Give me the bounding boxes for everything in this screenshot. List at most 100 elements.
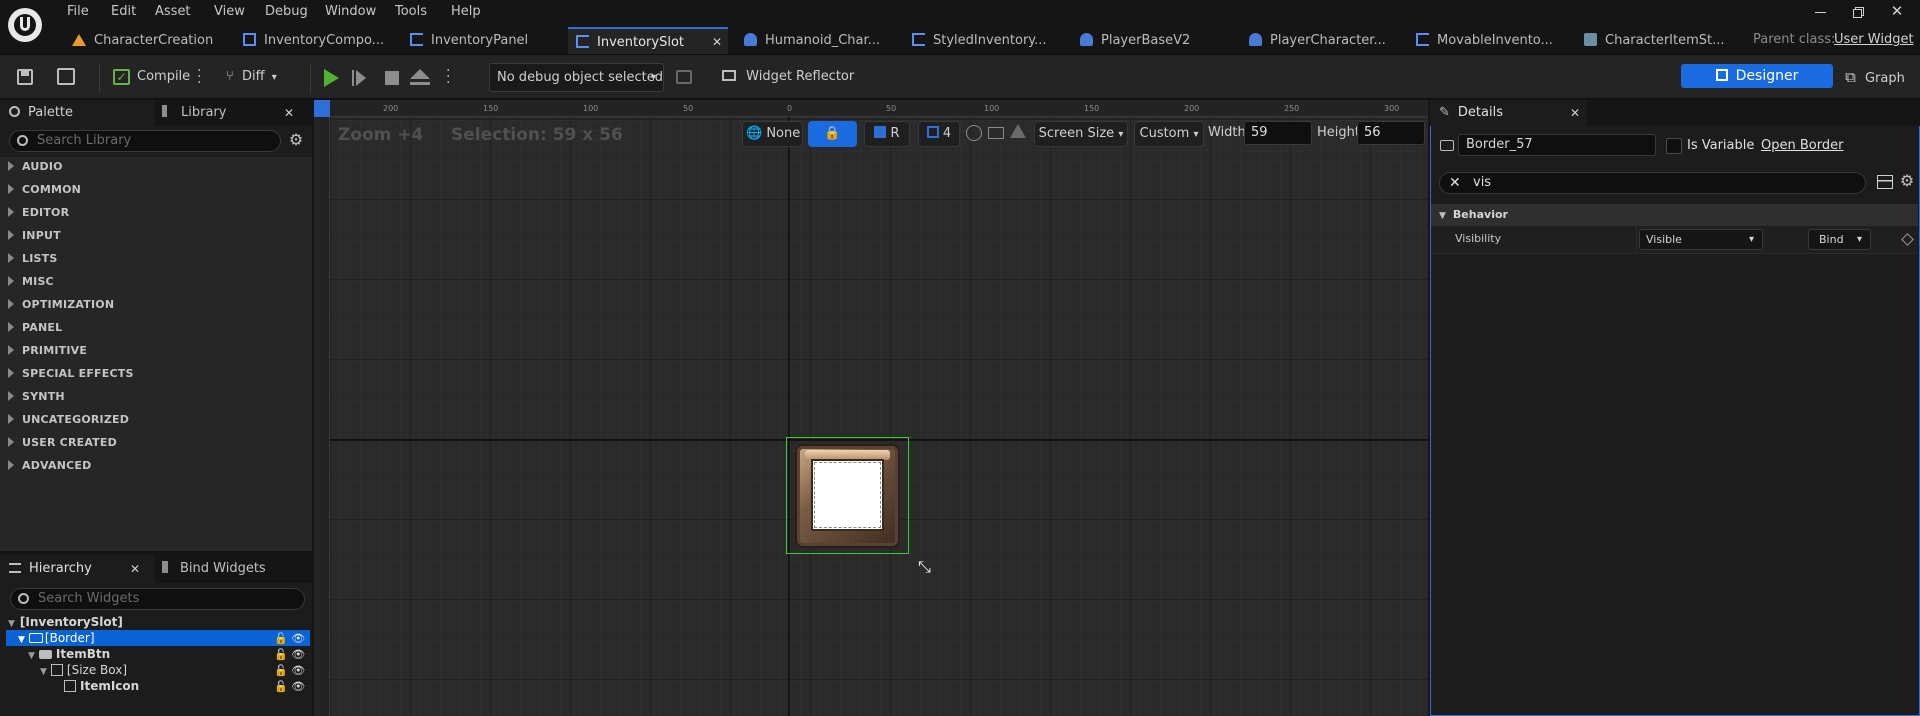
tree-item-border[interactable]: ▼ [Border]	[6, 630, 310, 646]
diff-icon: ⑂	[226, 69, 234, 84]
category-lists[interactable]: LISTS	[8, 249, 57, 269]
category-common[interactable]: COMMON	[8, 180, 81, 200]
step-icon[interactable]	[352, 70, 366, 86]
diff-button[interactable]: ⑂ Diff ▾	[226, 64, 277, 90]
keyframe-diamond-icon[interactable]	[1901, 233, 1914, 246]
tab-playerbasev2[interactable]: PlayerBaseV2	[1080, 27, 1240, 54]
widget-name-input[interactable]: Border_57	[1458, 134, 1656, 156]
tab-inventorycompo[interactable]: InventoryCompo...	[243, 27, 403, 54]
visibility-dropdown[interactable]: Visible ▾	[1639, 229, 1763, 250]
bind-dropdown[interactable]: Bind ▾	[1808, 229, 1871, 250]
width-input[interactable]: 59	[1244, 121, 1312, 145]
library-search-input[interactable]: Search Library	[9, 130, 281, 152]
category-editor[interactable]: EDITOR	[8, 203, 69, 223]
selected-border-widget[interactable]	[786, 437, 909, 554]
height-input[interactable]: 56	[1357, 121, 1425, 145]
menu-asset[interactable]: Asset	[155, 2, 191, 22]
restore-button[interactable]	[1848, 4, 1870, 20]
close-tab-icon[interactable]: ✕	[1570, 100, 1580, 126]
graph-button[interactable]: ⧉ Graph	[1830, 64, 1920, 90]
category-user-created[interactable]: USER CREATED	[8, 433, 117, 453]
resize-handle-icon[interactable]: ⤡	[918, 557, 931, 577]
tab-characteritemst[interactable]: CharacterItemSt...	[1584, 27, 1744, 54]
play-options-icon[interactable]: · · ·	[446, 64, 450, 90]
play-button[interactable]	[324, 69, 339, 87]
layout-transform-toggle[interactable]: R	[864, 121, 910, 147]
stop-icon[interactable]	[385, 71, 399, 85]
close-tab-icon[interactable]: ✕	[284, 100, 294, 126]
save-icon[interactable]	[17, 69, 33, 85]
menu-help[interactable]: Help	[451, 2, 481, 22]
widget-search-input[interactable]: Search Widgets	[10, 588, 305, 610]
lock-eye-toggle[interactable]: 🔓 👁	[274, 663, 310, 679]
menu-view[interactable]: View	[214, 2, 245, 22]
tab-hierarchy[interactable]: Hierarchy ✕	[0, 555, 155, 583]
is-variable-checkbox[interactable]	[1666, 138, 1682, 154]
designer-button[interactable]: Designer	[1681, 64, 1833, 88]
settings-gear-icon[interactable]: ⚙	[287, 131, 305, 149]
category-audio[interactable]: AUDIO	[8, 157, 63, 177]
widget-reflector-button[interactable]: Widget Reflector	[722, 64, 854, 90]
localization-preview-button[interactable]: 🌐 None	[742, 121, 803, 147]
unreal-logo-icon[interactable]	[8, 8, 42, 42]
close-window-button[interactable]: ✕	[1886, 2, 1908, 20]
tree-item-size-box[interactable]: ▼ [Size Box]	[40, 662, 308, 678]
category-primitive[interactable]: PRIMITIVE	[8, 341, 87, 361]
image-preview-icon[interactable]	[988, 127, 1004, 139]
designer-viewport[interactable]: 200 150 100 50 0 50 100 150 200 250 300 …	[314, 100, 1428, 716]
respect-locks-toggle[interactable]: 🔒	[808, 121, 857, 147]
tab-playercharacter[interactable]: PlayerCharacter...	[1249, 27, 1409, 54]
details-search-input[interactable]: ✕ vis	[1439, 172, 1866, 194]
property-matrix-icon[interactable]	[1877, 175, 1893, 189]
category-optimization[interactable]: OPTIMIZATION	[8, 295, 114, 315]
tree-item-itemicon[interactable]: ItemIcon	[64, 678, 308, 694]
settings-gear-icon[interactable]: ⚙	[1898, 172, 1916, 190]
compile-options-icon[interactable]: · · ·	[197, 64, 201, 90]
fill-mode-dropdown[interactable]: Custom ▾	[1134, 121, 1204, 147]
tab-styledinventory[interactable]: StyledInventory...	[912, 27, 1072, 54]
parent-class-link[interactable]: User Widget	[1834, 32, 1914, 47]
tab-palette[interactable]: Palette	[0, 100, 155, 126]
lock-eye-toggle[interactable]: 🔓 👁	[274, 647, 310, 663]
tab-charactercreation[interactable]: CharacterCreation	[72, 27, 237, 54]
tree-item-itembtn[interactable]: ▼ ItemBtn	[28, 646, 308, 662]
menu-edit[interactable]: Edit	[111, 2, 136, 22]
browse-icon[interactable]	[57, 68, 75, 85]
tab-movableinventory[interactable]: MovableInvento...	[1416, 27, 1576, 54]
select-mode-icon[interactable]	[966, 125, 982, 141]
menu-file[interactable]: File	[67, 2, 89, 22]
menu-window[interactable]: Window	[325, 2, 376, 22]
category-input[interactable]: INPUT	[8, 226, 61, 246]
eject-icon[interactable]	[410, 69, 430, 79]
category-uncategorized[interactable]: UNCATEGORIZED	[8, 410, 129, 430]
compile-button[interactable]: ✓ Compile	[113, 64, 190, 90]
tab-humanoid-char[interactable]: Humanoid_Char...	[744, 27, 904, 54]
debug-object-dropdown[interactable]: No debug object selected ▾	[489, 63, 664, 92]
tab-inventoryslot[interactable]: InventorySlot ✕	[568, 27, 728, 54]
open-border-link[interactable]: Open Border	[1761, 138, 1843, 153]
screen-size-dropdown[interactable]: Screen Size ▾	[1034, 121, 1128, 147]
clear-search-icon[interactable]: ✕	[1449, 173, 1461, 193]
menu-debug[interactable]: Debug	[265, 2, 308, 22]
close-tab-icon[interactable]: ✕	[130, 555, 140, 583]
tab-library[interactable]: Library ✕	[157, 100, 303, 126]
lock-eye-toggle[interactable]: 🔓 👁	[274, 631, 310, 647]
grid-snap-toggle[interactable]: 4	[918, 121, 960, 147]
minimize-button[interactable]	[1810, 4, 1832, 20]
category-synth[interactable]: SYNTH	[8, 387, 65, 407]
tab-details[interactable]: ✎ Details ✕	[1430, 100, 1587, 126]
tab-bind-widgets[interactable]: Bind Widgets	[160, 555, 310, 583]
dpi-scale-icon[interactable]	[1010, 124, 1026, 138]
category-misc[interactable]: MISC	[8, 272, 54, 292]
debug-filter-icon[interactable]	[676, 70, 692, 84]
category-panel[interactable]: PANEL	[8, 318, 62, 338]
lock-eye-toggle[interactable]: 🔓 👁	[274, 679, 310, 695]
category-special-effects[interactable]: SPECIAL EFFECTS	[8, 364, 134, 384]
tab-label: PlayerCharacter...	[1270, 33, 1386, 48]
menu-tools[interactable]: Tools	[395, 2, 427, 22]
close-tab-icon[interactable]: ✕	[712, 29, 722, 56]
tree-item-inventoryslot[interactable]: ▼ [InventorySlot]	[8, 614, 308, 630]
behavior-section-header[interactable]: ▼ Behavior	[1431, 204, 1918, 226]
tab-inventorypanel[interactable]: InventoryPanel	[410, 27, 562, 54]
category-advanced[interactable]: ADVANCED	[8, 456, 91, 476]
